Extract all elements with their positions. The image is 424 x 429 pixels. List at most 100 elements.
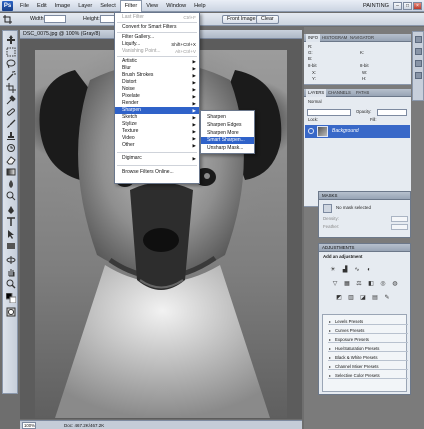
- filter-gallery[interactable]: Filter Gallery...: [115, 34, 199, 41]
- restore-icon[interactable]: □: [403, 2, 412, 10]
- menu-layer[interactable]: Layer: [74, 0, 96, 12]
- styles-panel-icon[interactable]: [415, 72, 422, 79]
- menu-edit[interactable]: Edit: [33, 0, 51, 12]
- filter-blur[interactable]: Blur ▶: [115, 65, 199, 72]
- filter-stylize[interactable]: Stylize ▶: [115, 121, 199, 128]
- zoom-tool-icon[interactable]: [6, 279, 16, 289]
- invert-icon[interactable]: ◩: [335, 294, 343, 302]
- brightness-contrast-icon[interactable]: ☀: [329, 266, 337, 274]
- menu-window[interactable]: Window: [162, 0, 190, 12]
- unsharp-mask-item[interactable]: Unsharp Mask...: [201, 145, 254, 152]
- eyedropper-icon[interactable]: [6, 95, 16, 105]
- exposure-icon[interactable]: ◐: [365, 266, 373, 274]
- history-brush-icon[interactable]: [6, 143, 16, 153]
- minimize-icon[interactable]: –: [393, 2, 402, 10]
- preset-hue-saturation[interactable]: Hue/Saturation Presets: [328, 346, 408, 352]
- move-tool-icon[interactable]: [6, 35, 16, 45]
- sharpen-edges-item[interactable]: Sharpen Edges: [201, 122, 254, 129]
- path-selection-icon[interactable]: [6, 229, 16, 239]
- type-tool-icon[interactable]: [6, 217, 16, 227]
- zoom-field[interactable]: 100%: [22, 422, 36, 429]
- menu-filter[interactable]: Filter: [119, 0, 143, 12]
- filter-noise[interactable]: Noise ▶: [115, 86, 199, 93]
- filter-pixelate[interactable]: Pixelate ▶: [115, 93, 199, 100]
- filter-vanishing-point[interactable]: Vanishing Point... Alt+Ctrl+V: [115, 48, 199, 55]
- brush-icon[interactable]: [6, 119, 16, 129]
- workspace-switcher[interactable]: PAINTING: [363, 3, 389, 9]
- opacity-field[interactable]: [377, 109, 407, 116]
- curves-icon[interactable]: ∿: [353, 266, 361, 274]
- filter-browse-online[interactable]: Browse Filters Online...: [115, 169, 199, 176]
- magic-wand-icon[interactable]: [6, 71, 16, 81]
- sharpen-item[interactable]: Sharpen: [201, 114, 254, 121]
- pen-tool-icon[interactable]: [6, 205, 16, 215]
- dodge-tool-icon[interactable]: [6, 191, 16, 201]
- posterize-icon[interactable]: ▥: [347, 294, 355, 302]
- black-white-icon[interactable]: ◧: [367, 280, 375, 288]
- smart-sharpen-item[interactable]: Smart Sharpen...: [201, 137, 254, 144]
- tab-navigator[interactable]: NAVIGATOR: [350, 34, 374, 42]
- clone-source-panel-icon[interactable]: [415, 48, 422, 55]
- filter-render[interactable]: Render ▶: [115, 100, 199, 107]
- filter-other[interactable]: Other ▶: [115, 142, 199, 149]
- preset-black-white[interactable]: Black & White Presets: [328, 355, 408, 361]
- visibility-eye-icon[interactable]: [308, 128, 314, 134]
- clear-button[interactable]: Clear: [256, 15, 279, 24]
- filter-video[interactable]: Video ▶: [115, 135, 199, 142]
- clone-stamp-icon[interactable]: [6, 131, 16, 141]
- preset-levels[interactable]: Levels Presets: [328, 319, 408, 325]
- preset-exposure[interactable]: Exposure Presets: [328, 337, 408, 343]
- swatches-panel-icon[interactable]: [415, 60, 422, 67]
- filter-brush-strokes[interactable]: Brush Strokes ▶: [115, 72, 199, 79]
- density-field[interactable]: [391, 216, 408, 222]
- hue-saturation-icon[interactable]: ▦: [343, 280, 351, 288]
- photoshop-logo-icon[interactable]: Ps: [2, 0, 13, 11]
- front-image-button[interactable]: Front Image: [222, 15, 261, 24]
- photo-filter-icon[interactable]: ◎: [379, 280, 387, 288]
- brushes-panel-icon[interactable]: [415, 36, 422, 43]
- tab-channels[interactable]: CHANNELS: [328, 89, 351, 97]
- filter-sketch[interactable]: Sketch ▶: [115, 114, 199, 121]
- filter-artistic[interactable]: Artistic ▶: [115, 58, 199, 65]
- close-icon[interactable]: ×: [413, 2, 422, 10]
- channel-mixer-icon[interactable]: ◍: [391, 280, 399, 288]
- layer-row-background[interactable]: Background: [305, 125, 410, 138]
- filter-convert-smart[interactable]: Convert for Smart Filters: [115, 24, 199, 31]
- eraser-icon[interactable]: [6, 155, 16, 165]
- marquee-tool-icon[interactable]: [6, 47, 16, 57]
- tab-layers[interactable]: LAYERS: [306, 89, 327, 97]
- filter-sharpen[interactable]: Sharpen ▶: [115, 107, 199, 114]
- preset-selective-color[interactable]: Selective Color Presets: [328, 373, 408, 379]
- preset-channel-mixer[interactable]: Channel Mixer Presets: [328, 364, 408, 370]
- foreground-color-swatch[interactable]: [6, 293, 16, 303]
- menu-file[interactable]: File: [16, 0, 33, 12]
- vibrance-icon[interactable]: ▽: [331, 280, 339, 288]
- quick-mask-icon[interactable]: [6, 307, 16, 317]
- crop-tool-icon[interactable]: [3, 15, 12, 24]
- width-field[interactable]: [44, 15, 66, 23]
- filter-digimarc[interactable]: Digimarc ▶: [115, 155, 199, 162]
- color-balance-icon[interactable]: ⚖: [355, 280, 363, 288]
- menu-view[interactable]: View: [142, 0, 162, 12]
- filter-distort[interactable]: Distort ▶: [115, 79, 199, 86]
- 3d-rotate-icon[interactable]: [6, 255, 16, 265]
- filter-liquify[interactable]: Liquify... Shift+Ctrl+X: [115, 41, 199, 48]
- menu-select[interactable]: Select: [96, 0, 120, 12]
- gradient-tool-icon[interactable]: [6, 167, 16, 177]
- blend-mode-select[interactable]: [307, 109, 351, 116]
- filter-last-filter[interactable]: Last Filter Ctrl+F: [115, 14, 199, 21]
- feather-field[interactable]: [391, 224, 408, 230]
- threshold-icon[interactable]: ◪: [359, 294, 367, 302]
- gradient-map-icon[interactable]: ▤: [371, 294, 379, 302]
- tab-histogram[interactable]: HISTOGRAM: [322, 34, 347, 42]
- menu-help[interactable]: Help: [190, 0, 210, 12]
- tab-paths[interactable]: PATHS: [356, 89, 369, 97]
- crop-icon[interactable]: [6, 83, 16, 93]
- tab-info[interactable]: INFO: [306, 34, 321, 42]
- blur-tool-icon[interactable]: [6, 179, 16, 189]
- healing-brush-icon[interactable]: [6, 107, 16, 117]
- sharpen-more-item[interactable]: Sharpen More: [201, 130, 254, 137]
- menu-image[interactable]: Image: [51, 0, 75, 12]
- preset-curves[interactable]: Curves Presets: [328, 328, 408, 334]
- hand-tool-icon[interactable]: [6, 267, 16, 277]
